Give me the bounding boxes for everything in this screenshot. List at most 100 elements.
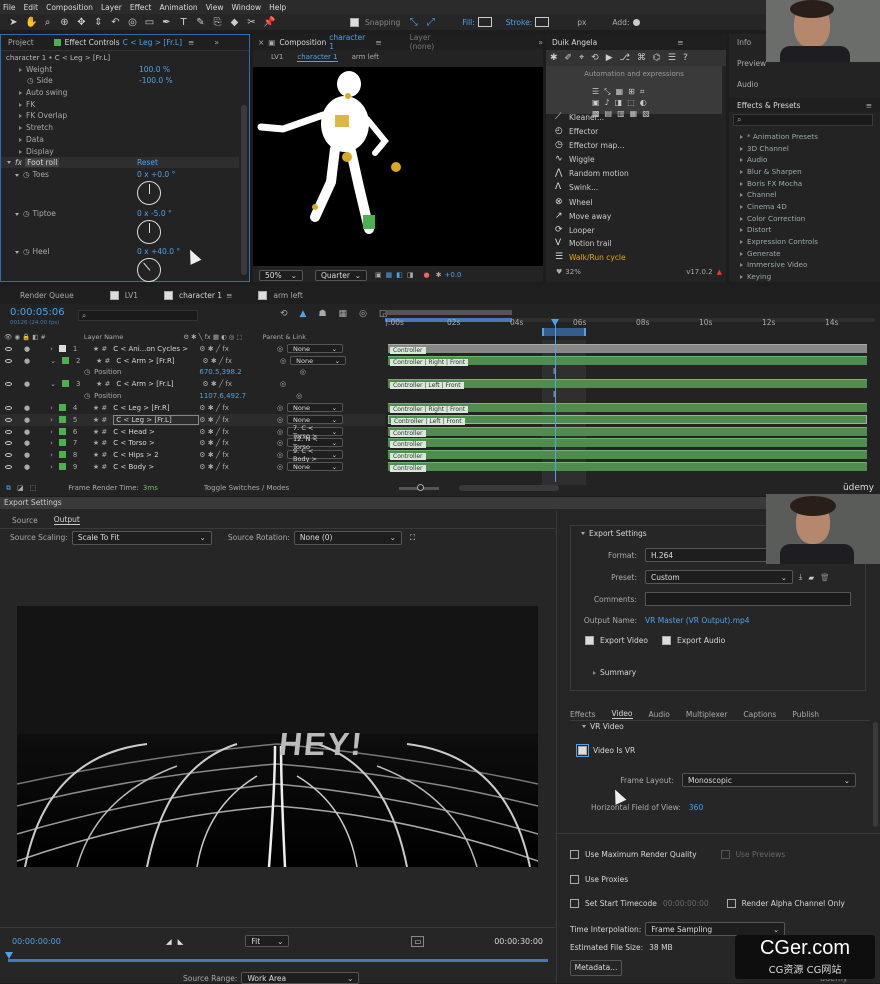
save-preset-icon[interactable]: ⤓ [799,572,802,582]
scrubber-handle[interactable] [5,952,13,959]
effects-category[interactable]: Channel [740,190,777,199]
eye-icon[interactable] [5,440,12,445]
export-audio-checkbox[interactable] [661,636,671,645]
layer-bar[interactable]: Controller | Left | Front [388,415,867,425]
zoom-select[interactable]: 50% ⌄ [259,269,303,281]
effects-category[interactable]: Cinema 4D [740,202,787,211]
effects-category[interactable]: 3D Channel [740,144,789,153]
effects-category[interactable]: Color Correction [740,214,805,223]
layer-name[interactable]: C < Arm > [Fr.R] [116,357,202,365]
layer-search-input[interactable]: ⌕ [78,310,198,321]
duik-tools-icon[interactable]: ☰ [668,53,676,63]
frame-layout-select[interactable]: Monoscopic ⌄ [682,773,856,787]
selection-tool-icon[interactable]: ➤ [8,17,19,28]
layer-name[interactable]: C < Leg > [Fr.R] [113,404,199,412]
layer-bar[interactable]: Controller [388,427,867,437]
color-icon[interactable]: ● [424,271,430,279]
rectangle-tool-icon[interactable]: ▭ [144,17,155,28]
effects-category[interactable]: * Animation Presets [740,132,818,141]
tab-info[interactable]: Info [737,38,751,47]
layer-switches-icon[interactable]: ◪ [17,484,24,492]
parent-select[interactable]: None ⌄ [287,403,344,413]
effects-category[interactable]: Distort [740,225,771,234]
dolly-tool-icon[interactable]: ⇕ [93,17,104,28]
solo-icon[interactable]: ● [24,439,30,447]
expand-icon[interactable]: › [50,404,53,412]
layer-name[interactable]: C < Arm > [Fr.L] [116,380,202,388]
duik-camera-icon[interactable]: ⌘ [637,53,646,63]
panel-menu-icon[interactable]: ≡ [375,38,381,47]
prop-row[interactable]: ◷ Side [27,76,53,85]
vr-video-header[interactable]: VR Video [582,722,624,731]
stopwatch-icon[interactable]: ◷ [23,209,30,218]
menu-layer[interactable]: Layer [101,3,122,12]
solo-icon[interactable]: ● [24,416,30,424]
layer-row[interactable]: ● › 8 ★ # C < Hips > 2 ⚙ ✱ ╱ fx ◎ 9. C <… [0,447,385,463]
label-swatch[interactable] [61,357,69,365]
panel-menu-icon[interactable]: ≡ [188,38,194,47]
parent-select[interactable]: 9. C < Body > ⌄ [287,447,344,463]
frame-blend-icon[interactable]: ▦ [339,309,348,319]
tab-effects-presets[interactable]: Effects & Presets [737,101,800,110]
duik-item-motion-trail[interactable]: Ⅴ Motion trail [555,236,612,250]
label-swatch[interactable] [58,439,66,447]
property-row[interactable]: ◷ Position 670.5,398.2 ◎ [0,366,385,378]
tab-duik[interactable]: Duik Angela [552,38,597,47]
parent-select[interactable]: None ⌄ [287,462,344,472]
parent-select[interactable]: None ⌄ [290,356,347,366]
expand-icon[interactable]: › [50,439,53,447]
toggle-switches-modes[interactable]: Toggle Switches / Modes [204,484,289,492]
expand-icon[interactable]: › [50,451,53,459]
summary-toggle[interactable]: Summary [593,668,636,677]
playhead-handle[interactable] [551,319,559,326]
mark-in-icon[interactable]: ◢ [166,937,172,946]
aspect-icon[interactable]: ▭ [411,935,425,947]
hand-tool-icon[interactable]: ✋ [25,17,37,28]
tab-audio[interactable]: Audio [649,710,670,719]
effects-category[interactable]: Blur & Sharpen [740,167,802,176]
panel-expand-icon[interactable]: » [538,38,543,47]
heel-dial[interactable] [132,253,166,287]
layer-bar[interactable]: Controller [388,344,867,354]
pan-tool-icon[interactable]: ✥ [76,17,87,28]
clone-tool-icon[interactable]: ⎘ [212,17,223,28]
crop-icon[interactable]: ⛶ [410,533,415,543]
orbit-tool-icon[interactable]: ⊕ [59,17,70,28]
lock-icon[interactable]: ▣ [268,38,275,47]
tab-captions[interactable]: Captions [743,710,776,719]
tab-composition[interactable]: Composition [279,38,326,47]
zoom-tool-icon[interactable]: ⌕ [42,17,53,28]
fill-swatch[interactable] [477,17,492,27]
tab-effect-controls[interactable]: Effect Controls [65,38,120,47]
collapse-icon[interactable]: ⌄ [50,380,56,388]
preset-select[interactable]: Custom ⌄ [645,570,793,584]
render-icon[interactable]: ⧉ [6,484,11,493]
duik-item-wiggle[interactable]: ∿ Wiggle [555,152,595,166]
layer-row[interactable]: ● ⌄ 2 ★ # C < Arm > [Fr.R] ⚙ ✱ ╱ fx ◎ No… [0,355,385,367]
comments-input[interactable] [645,592,851,606]
expand-icon[interactable]: › [50,463,53,471]
snapping-checkbox[interactable] [350,17,359,27]
solo-icon[interactable]: ● [24,451,30,459]
tab-preview[interactable]: Preview [737,59,766,68]
duik-rig-icon[interactable]: ✐ [565,53,573,63]
stopwatch-icon[interactable]: ◷ [23,170,30,179]
layer-bar[interactable]: Controller | Right | Front [388,403,867,413]
prop-value[interactable]: 100.0 % [139,65,170,74]
stopwatch-icon[interactable]: ◷ [27,76,34,85]
use-previews-checkbox[interactable] [720,850,730,859]
solo-icon[interactable]: ● [24,357,30,365]
exposure-icon[interactable]: ✱ [436,271,442,279]
mark-out-icon[interactable]: ◣ [178,937,184,946]
panel-menu-icon[interactable]: ≡ [226,291,232,300]
eye-icon[interactable] [5,452,12,457]
duik-item-kleaner[interactable]: ⟋ Kleaner... [555,110,604,124]
import-preset-icon[interactable]: ▰ [808,573,814,582]
preview-scrubber[interactable] [8,959,548,962]
export-video-checkbox[interactable] [585,636,594,645]
effects-category[interactable]: Audio [740,155,767,164]
panel-menu-icon[interactable]: ≡ [677,38,683,47]
layer-name[interactable]: C < Ani...on Cycles > [113,345,199,353]
duik-constraint-icon[interactable]: ⟲ [591,53,599,63]
prop-row[interactable]: Weight [19,65,52,74]
